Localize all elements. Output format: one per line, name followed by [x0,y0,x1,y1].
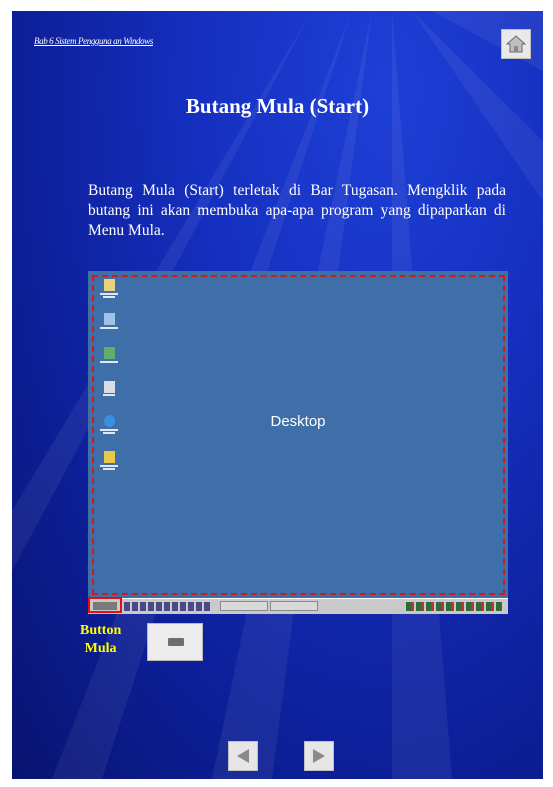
taskbar [88,598,508,614]
slide-title: Butang Mula (Start) [185,94,370,118]
trash-icon [98,381,120,396]
slide: Bab 6 Sistem Pengguna an Windows Butang … [12,11,543,779]
taskbar-window-2 [270,601,318,611]
callout-line-1: Button [80,623,122,638]
network-icon [98,347,120,363]
my-documents-icon [98,279,120,298]
callout-line-2: Mula [84,641,117,656]
desktop-screenshot: Desktop [88,271,508,614]
outlook-icon [98,451,120,470]
home-button[interactable] [501,29,531,59]
arrow-right-icon [313,749,325,763]
taskbar-window-1 [220,601,268,611]
next-button[interactable] [304,741,334,771]
prev-button[interactable] [228,741,258,771]
callout-label: Button Mula [80,622,121,658]
breadcrumb[interactable]: Bab 6 Sistem Pengguna an Windows [34,36,153,46]
start-button-zoom [147,623,203,661]
my-computer-icon [98,313,120,329]
home-icon [506,35,526,53]
desktop-label: Desktop [270,413,326,430]
arrow-left-icon [237,749,249,763]
system-tray [406,602,502,611]
quick-launch-icons [124,602,212,611]
start-button-highlight [88,597,122,613]
start-button-icon [168,638,184,646]
slide-body-text: Butang Mula (Start) terletak di Bar Tuga… [88,182,506,239]
